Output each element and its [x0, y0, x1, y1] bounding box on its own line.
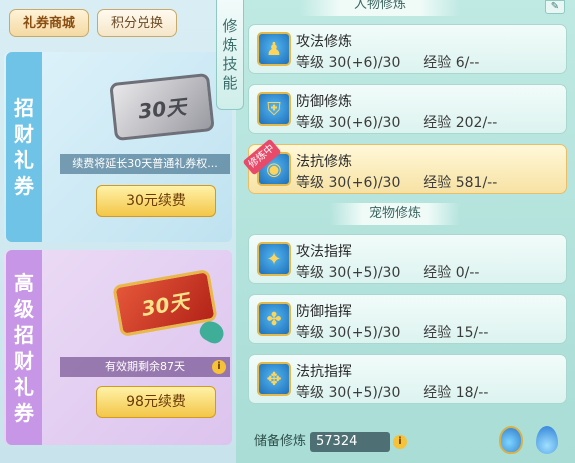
vlabel-char: 招	[14, 96, 34, 120]
row-name: 法抗指挥	[296, 364, 352, 380]
defense-command-icon: ✤	[257, 302, 291, 336]
validity-info-text: 有效期剩余87天	[60, 357, 230, 377]
ticket-days-text: 30天	[139, 288, 191, 321]
vlabel-char: 财	[14, 348, 34, 373]
title-char: 能	[222, 73, 238, 92]
level-value: 30(+5)/30	[328, 265, 401, 281]
flame-icon[interactable]	[536, 426, 558, 454]
row-name: 攻法修炼	[296, 34, 352, 50]
cultivation-row-magic-resist[interactable]: ◉ 法抗修炼 等级 30(+6)/30 经验 581/--	[248, 144, 567, 194]
exp-label: 经验	[423, 385, 452, 401]
reserve-cultivation-label: 储备修炼	[254, 434, 307, 449]
attack-command-icon: ✦	[257, 242, 291, 276]
character-cultivation-header: 人物修炼	[300, 0, 460, 16]
exp-value: 0/--	[455, 265, 480, 281]
pet-row-magic-resist-command[interactable]: ✥ 法抗指挥 等级 30(+5)/30 经验 18/--	[248, 354, 567, 404]
title-char: 修	[222, 16, 238, 35]
tab-gift-voucher-mall[interactable]: 礼券商城	[9, 9, 89, 37]
level-label: 等级	[296, 55, 324, 71]
vlabel-char: 财	[14, 122, 34, 146]
pet-row-attack-command[interactable]: ✦ 攻法指挥 等级 30(+5)/30 经验 0/--	[248, 234, 567, 284]
level-value: 30(+5)/30	[328, 385, 401, 401]
level-value: 30(+6)/30	[328, 115, 401, 131]
row-name: 法抗修炼	[296, 154, 352, 170]
fortune-voucher-vertical-label: 招 财 礼 券	[6, 52, 42, 242]
vlabel-char: 礼	[14, 374, 34, 399]
row-name: 防御修炼	[296, 94, 352, 110]
level-label: 等级	[296, 325, 324, 341]
vlabel-char: 级	[14, 296, 34, 321]
cultivation-row-attack[interactable]: ♟ 攻法修炼 等级 30(+6)/30 经验 6/--	[248, 24, 567, 74]
level-label: 等级	[296, 115, 324, 131]
tab-points-exchange[interactable]: 积分兑换	[97, 9, 177, 37]
level-label: 等级	[296, 265, 324, 281]
edit-icon[interactable]: ✎	[545, 0, 565, 14]
row-stats: 等级 30(+5)/30 经验 18/--	[296, 382, 488, 402]
exp-label: 经验	[423, 55, 452, 71]
level-value: 30(+5)/30	[328, 325, 401, 341]
exp-value: 18/--	[455, 385, 489, 401]
title-char: 技	[222, 54, 238, 73]
exp-value: 6/--	[455, 55, 480, 71]
ticket-days-text: 30天	[137, 94, 188, 123]
defense-cultivation-icon: ⛨	[257, 92, 291, 126]
pet-row-defense-command[interactable]: ✤ 防御指挥 等级 30(+5)/30 经验 15/--	[248, 294, 567, 344]
renew-info-text: 续费将延长30天普通礼券权...	[60, 154, 230, 174]
attack-cultivation-icon: ♟	[257, 32, 291, 66]
row-stats: 等级 30(+6)/30 经验 6/--	[296, 52, 479, 72]
vlabel-char: 券	[14, 400, 34, 425]
exp-value: 202/--	[455, 115, 498, 131]
title-char: 炼	[222, 35, 238, 54]
vlabel-char: 招	[14, 322, 34, 347]
exp-value: 581/--	[455, 175, 498, 191]
row-stats: 等级 30(+6)/30 经验 202/--	[296, 112, 497, 132]
row-stats: 等级 30(+5)/30 经验 0/--	[296, 262, 479, 282]
row-name: 攻法指挥	[296, 244, 352, 260]
premium-voucher-vertical-label: 高 级 招 财 礼 券	[6, 250, 42, 445]
exp-label: 经验	[423, 175, 452, 191]
vlabel-char: 礼	[14, 148, 34, 172]
info-icon[interactable]: i	[393, 435, 407, 449]
level-value: 30(+6)/30	[328, 175, 401, 191]
vlabel-char: 高	[14, 270, 34, 295]
info-icon[interactable]: i	[212, 360, 226, 374]
row-stats: 等级 30(+6)/30 经验 581/--	[296, 172, 497, 192]
row-stats: 等级 30(+5)/30 经验 15/--	[296, 322, 488, 342]
vlabel-char: 券	[14, 174, 34, 198]
exp-label: 经验	[423, 265, 452, 281]
pet-cultivation-header: 宠物修炼	[330, 203, 460, 225]
magic-resist-command-icon: ✥	[257, 362, 291, 396]
exp-value: 15/--	[455, 325, 489, 341]
cultivation-skills-title: 修 炼 技 能	[216, 0, 244, 110]
renew-98-button[interactable]: 98元续费	[96, 386, 216, 418]
potion-icon[interactable]	[499, 426, 523, 454]
exp-label: 经验	[423, 325, 452, 341]
silver-ticket-image: 30天	[109, 72, 215, 142]
renew-30-button[interactable]: 30元续费	[96, 185, 216, 217]
level-value: 30(+6)/30	[328, 55, 401, 71]
row-name: 防御指挥	[296, 304, 352, 320]
reserve-cultivation-value: 57324	[310, 432, 390, 452]
cultivation-row-defense[interactable]: ⛨ 防御修炼 等级 30(+6)/30 经验 202/--	[248, 84, 567, 134]
exp-label: 经验	[423, 115, 452, 131]
level-label: 等级	[296, 175, 324, 191]
level-label: 等级	[296, 385, 324, 401]
